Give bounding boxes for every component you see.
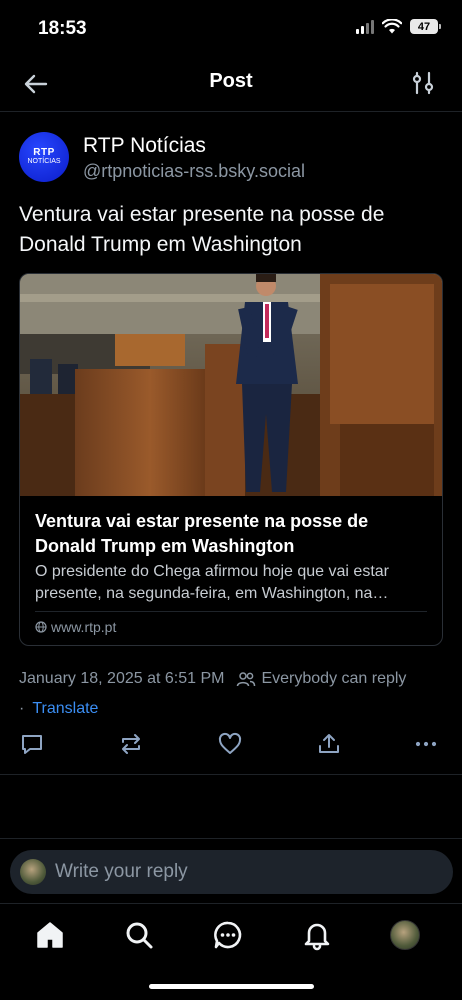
- status-icons: 47: [356, 19, 441, 34]
- reply-input[interactable]: Write your reply: [10, 850, 453, 894]
- post-meta: January 18, 2025 at 6:51 PM Everybody ca…: [19, 664, 449, 724]
- share-icon[interactable]: [316, 731, 342, 757]
- battery-level: 47: [417, 20, 431, 33]
- home-indicator: [149, 984, 314, 989]
- status-time: 18:53: [38, 18, 87, 39]
- wifi-icon: [382, 19, 402, 34]
- card-title: Ventura vai estar presente na posse de D…: [35, 511, 369, 556]
- post-timestamp: January 18, 2025 at 6:51 PM: [19, 670, 225, 687]
- bottom-nav: [0, 904, 462, 968]
- post-text: Ventura vai estar presente na posse de D…: [19, 203, 385, 256]
- page-header: Post: [0, 56, 462, 112]
- people-icon: [237, 672, 256, 687]
- battery-icon: 47: [410, 19, 441, 34]
- meta-separator: ·: [19, 700, 25, 717]
- sliders-icon[interactable]: [410, 70, 436, 96]
- thread-separator: [0, 838, 462, 839]
- page-title: Post: [209, 70, 253, 92]
- profile-avatar[interactable]: [390, 920, 420, 950]
- reply-setting-text: Everybody can reply: [261, 670, 407, 687]
- status-bar: 18:53 47: [0, 0, 462, 56]
- card-description: O presidente do Chega afirmou hoje que v…: [35, 563, 389, 602]
- post-separator: [0, 774, 462, 775]
- author-name[interactable]: RTP Notícias: [83, 134, 206, 158]
- repost-icon[interactable]: [118, 731, 144, 757]
- bell-icon[interactable]: [301, 919, 333, 951]
- reply-setting: Everybody can reply: [236, 664, 406, 694]
- card-domain: www.rtp.pt: [35, 619, 116, 635]
- speech-bubble-icon[interactable]: [19, 731, 45, 757]
- avatar-logo-text: RTP: [33, 147, 55, 158]
- home-icon[interactable]: [34, 919, 66, 951]
- card-divider: [35, 611, 427, 612]
- post-author[interactable]: RTP NOTÍCIAS RTP Notícias @rtpnoticias-r…: [19, 132, 449, 184]
- search-icon[interactable]: [123, 919, 155, 951]
- avatar[interactable]: RTP NOTÍCIAS: [19, 132, 69, 182]
- card-image: [20, 274, 442, 496]
- link-card[interactable]: Ventura vai estar presente na posse de D…: [19, 273, 443, 646]
- signal-icon: [356, 19, 374, 34]
- author-handle[interactable]: @rtpnoticias-rss.bsky.social: [83, 161, 305, 182]
- globe-icon: [35, 621, 47, 633]
- post-actions: [19, 731, 439, 761]
- user-avatar: [20, 859, 46, 885]
- ellipsis-icon[interactable]: [413, 731, 439, 757]
- card-domain-text: www.rtp.pt: [51, 619, 117, 635]
- chat-icon[interactable]: [212, 919, 244, 951]
- avatar-logo-subtext: NOTÍCIAS: [27, 158, 61, 165]
- heart-icon[interactable]: [217, 731, 243, 757]
- reply-placeholder: Write your reply: [55, 861, 188, 882]
- translate-link[interactable]: Translate: [32, 694, 98, 724]
